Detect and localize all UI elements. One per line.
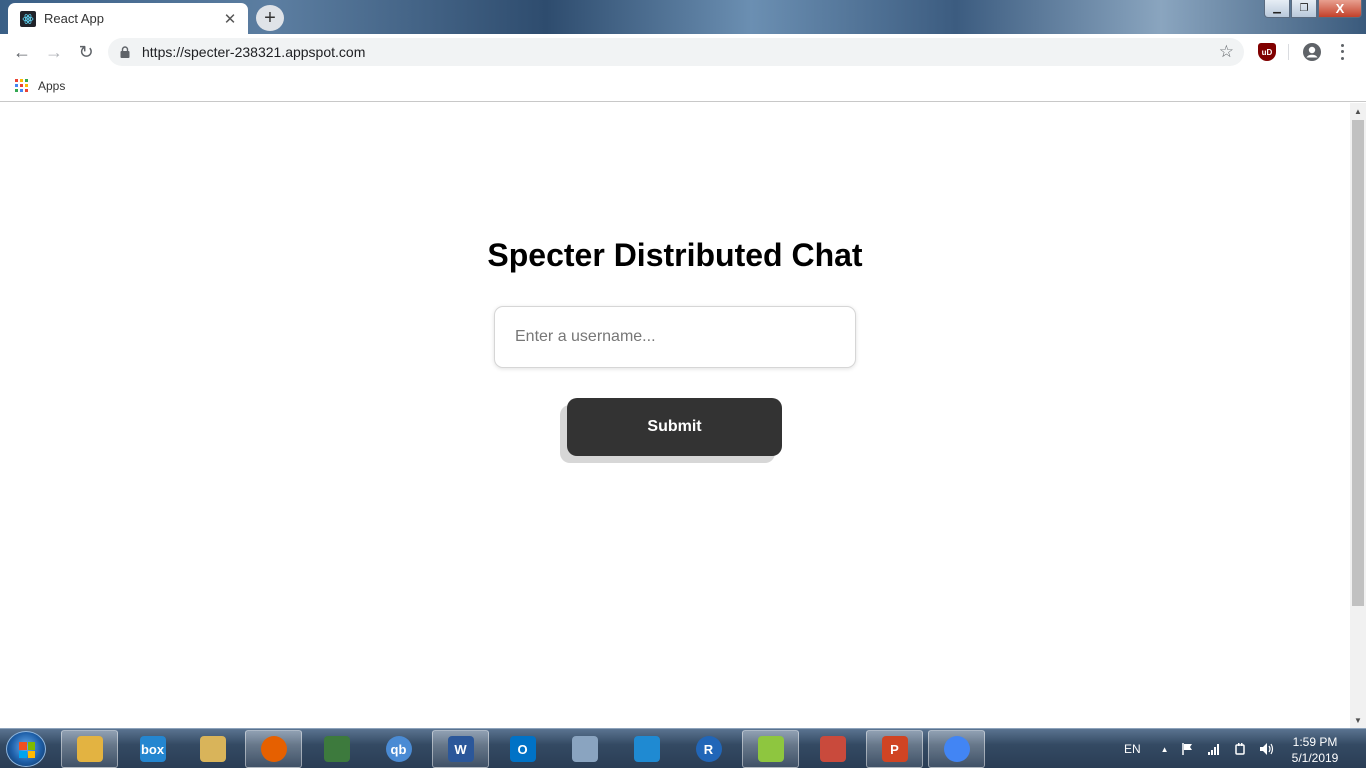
window-controls: ▁ ❐ X [1264,0,1362,18]
forward-button[interactable]: → [38,36,70,68]
r-icon: R [695,736,722,762]
maximize-button[interactable]: ❐ [1291,0,1317,18]
word-icon: W [447,736,474,762]
taskbar-app-qbittorrent[interactable]: qb [370,730,427,768]
browser-title-bar: React App ✕ + ▁ ❐ X [0,0,1366,34]
windows-logo-icon [19,742,35,758]
back-button[interactable]: ← [6,36,38,68]
folder-icon [199,736,226,762]
scroll-down-arrow-icon[interactable]: ▼ [1350,712,1366,728]
page-title: Specter Distributed Chat [487,237,863,273]
lock-icon [120,46,130,58]
taskbar-app-chrome[interactable] [928,730,985,768]
taskbar-app-r[interactable]: R [680,730,737,768]
tab-close-icon[interactable]: ✕ [222,10,238,28]
network-signal-icon[interactable] [1207,742,1221,756]
submit-button[interactable]: Submit [567,398,782,456]
profile-icon[interactable] [1302,42,1322,62]
browser-toolbar: ← → ↻ https://specter-238321.appspot.com… [0,34,1366,70]
page-viewport: Specter Distributed Chat Submit [0,103,1350,728]
taskbar-app-vscode[interactable] [618,730,675,768]
new-tab-button[interactable]: + [256,5,284,31]
start-button[interactable] [6,731,46,767]
url-text: https://specter-238321.appspot.com [142,44,366,60]
bookmark-star-icon[interactable]: ☆ [1219,42,1234,62]
vertical-scrollbar[interactable]: ▲ ▼ [1350,103,1366,728]
apps-grid-icon[interactable] [15,79,28,92]
ublock-extension-icon[interactable]: uD [1258,43,1276,61]
git-icon [819,736,846,762]
task-manager-icon [323,736,350,762]
reload-button[interactable]: ↻ [70,36,102,68]
clock-time: 1:59 PM [1292,735,1338,749]
outlook-icon: O [509,736,536,762]
react-favicon-icon [20,10,36,27]
taskbar-app-git[interactable] [804,730,861,768]
taskbar-app-firefox[interactable] [245,730,302,768]
scroll-thumb[interactable] [1352,120,1364,606]
taskbar-clock[interactable]: 1:59 PM 5/1/2019 [1282,734,1348,766]
username-input[interactable] [494,306,856,368]
powerpoint-icon: P [881,736,908,762]
language-indicator[interactable]: EN [1124,742,1141,756]
clock-date: 5/1/2019 [1291,751,1339,765]
show-hidden-icons-icon[interactable]: ▲ [1161,745,1169,754]
volume-speaker-icon[interactable] [1259,742,1275,756]
taskbar-app-powerpoint[interactable]: P [866,730,923,768]
notepad-plus-plus-icon [757,736,784,762]
minimize-button[interactable]: ▁ [1264,0,1290,18]
taskbar-app-file-explorer[interactable] [61,730,118,768]
firefox-icon [260,736,287,762]
taskbar-app-folder[interactable] [184,730,241,768]
action-center-flag-icon[interactable] [1181,742,1195,756]
address-bar[interactable]: https://specter-238321.appspot.com ☆ [108,38,1244,66]
box-icon: box [139,736,166,762]
qbittorrent-icon: qb [385,736,412,762]
close-window-button[interactable]: X [1318,0,1362,18]
taskbar-app-notepad-plus-plus[interactable] [742,730,799,768]
taskbar-app-box[interactable]: box [124,730,181,768]
taskbar-app-task-manager[interactable] [308,730,365,768]
vscode-icon [633,736,660,762]
chrome-icon [943,736,970,762]
tab-react-app[interactable]: React App ✕ [8,3,248,34]
toolbar-divider [1288,44,1289,60]
taskbar-app-outlook[interactable]: O [494,730,551,768]
system-tray: EN ▲ [1124,729,1275,768]
tab-title: React App [44,11,104,26]
apps-bookmark[interactable]: Apps [38,79,65,93]
taskbar-app-calculator[interactable] [556,730,613,768]
taskbar-app-word[interactable]: W [432,730,489,768]
windows-taskbar: box qb W O R P EN ▲ 1:59 PM 5/1/2019 [0,728,1366,768]
power-plug-icon[interactable] [1233,742,1247,756]
menu-kebab-icon[interactable] [1338,42,1346,62]
calculator-icon [571,736,598,762]
scroll-up-arrow-icon[interactable]: ▲ [1350,103,1366,119]
bookmarks-bar: Apps [0,70,1366,102]
file-explorer-icon [76,736,103,762]
